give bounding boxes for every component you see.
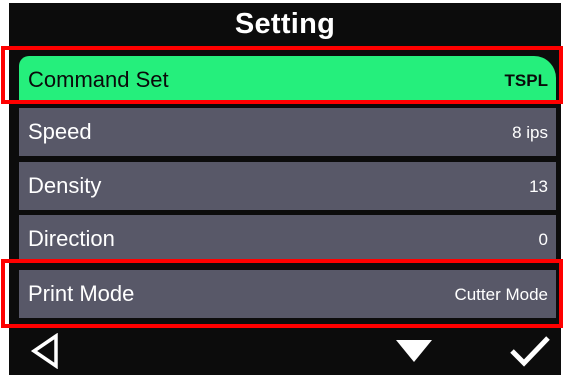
menu-item-value: Cutter Mode bbox=[454, 284, 548, 304]
confirm-button[interactable] bbox=[505, 327, 555, 375]
menu-item-label: Command Set bbox=[28, 67, 169, 92]
menu-item-label: Print Mode bbox=[28, 281, 135, 306]
menu-item-value: 0 bbox=[538, 229, 548, 249]
down-triangle-icon bbox=[396, 340, 432, 362]
softkey-bar bbox=[9, 327, 561, 375]
menu-item-value: 13 bbox=[529, 176, 548, 196]
menu-item-direction[interactable]: Direction 0 bbox=[19, 215, 556, 263]
menu-item-density[interactable]: Density 13 bbox=[19, 162, 556, 210]
checkmark-icon bbox=[510, 336, 550, 367]
page-title: Setting bbox=[234, 7, 336, 40]
menu-item-speed[interactable]: Speed 8 ips bbox=[19, 108, 556, 156]
back-arrow-icon bbox=[30, 333, 58, 369]
menu-item-label: Density bbox=[28, 173, 102, 198]
menu-item-value: TSPL bbox=[504, 70, 548, 90]
menu-item-label: Speed bbox=[28, 119, 92, 144]
printer-lcd-screen: Setting Command Set TSPL Speed 8 ips Den… bbox=[9, 3, 561, 375]
menu-item-command-set[interactable]: Command Set TSPL bbox=[19, 56, 556, 104]
menu-item-label: Direction bbox=[28, 226, 115, 251]
down-button[interactable] bbox=[392, 327, 436, 375]
menu-item-print-mode[interactable]: Print Mode Cutter Mode bbox=[19, 270, 556, 318]
title-bar: Setting bbox=[9, 3, 561, 45]
menu-item-value: 8 ips bbox=[512, 122, 548, 142]
back-button[interactable] bbox=[23, 327, 67, 375]
